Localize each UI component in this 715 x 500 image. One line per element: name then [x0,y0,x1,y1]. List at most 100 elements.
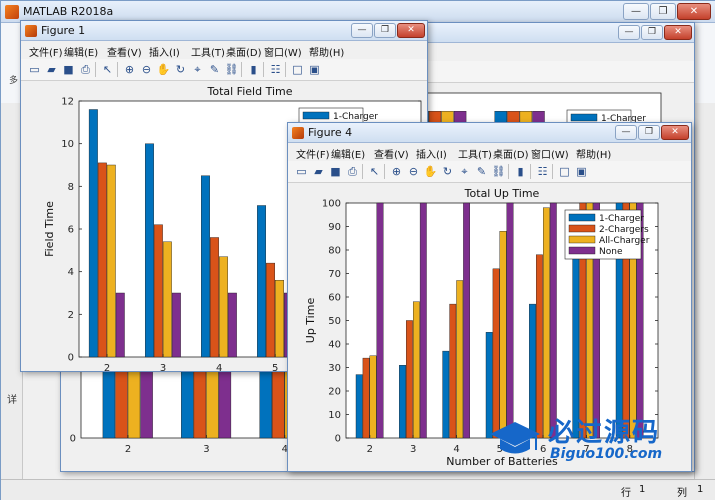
legend-label: None [599,247,623,257]
menu-item[interactable]: 工具(T) [458,146,492,161]
new-icon[interactable]: ▭ [294,164,309,179]
left-partial-text: 详 [7,395,17,406]
insert-legend-icon[interactable]: ☷ [268,62,283,77]
link-icon[interactable]: ⛓ [491,164,506,179]
chart-title: Total Up Time [464,187,540,200]
bar-1-charger-2 [355,374,363,439]
menu-item[interactable]: 文件(F) [29,44,63,59]
zoom-out-icon[interactable]: ⊖ [139,62,154,77]
figure-minimize-button[interactable]: — [618,25,640,40]
y-tick-label: 70 [328,269,341,280]
menu-item[interactable]: 插入(I) [149,44,180,59]
x-tick-label: 5 [272,363,278,371]
row-value: 1 [639,484,646,495]
bar-all-charger-4 [456,280,464,439]
bar-series-4-3 [171,292,181,358]
y-tick-label: 50 [328,316,341,327]
menu-item[interactable]: 编辑(E) [64,44,98,59]
figure-restore-button[interactable]: ❐ [638,125,660,140]
col-label: 列 [677,488,687,499]
figure-title-bar: Figure 1 — ❐ ✕ [21,21,427,41]
menu-item[interactable]: 桌面(D) [493,146,529,161]
menu-item[interactable]: 工具(T) [191,44,225,59]
hide-plot-tools-icon[interactable]: □ [557,164,572,179]
bar-1-charger-3 [144,143,154,358]
save-icon[interactable]: ■ [328,164,343,179]
pointer-icon[interactable]: ↖ [100,62,115,77]
y-tick-label: 90 [328,222,341,233]
menu-item[interactable]: 文件(F) [296,146,330,161]
figure-menu-bar: 文件(F)编辑(E) 查看(V) 插入(I) 工具(T)桌面(D)窗口(W) 帮助(H) [21,41,427,59]
pan-icon[interactable]: ✋ [423,164,438,179]
show-plot-tools-icon[interactable]: ▣ [574,164,589,179]
save-icon[interactable]: ■ [61,62,76,77]
bar-series-3-5 [274,279,284,358]
figure-close-button[interactable]: ✕ [397,23,425,38]
main-restore-button[interactable]: ❐ [650,3,676,20]
rotate-icon[interactable]: ↻ [173,62,188,77]
bar-all-charger-3 [412,301,420,439]
show-plot-tools-icon[interactable]: ▣ [307,62,322,77]
menu-item[interactable]: 查看(V) [107,44,142,59]
bar-1-charger-2 [88,109,98,358]
hide-plot-tools-icon[interactable]: □ [290,62,305,77]
zoom-out-icon[interactable]: ⊖ [406,164,421,179]
main-close-button[interactable]: ✕ [677,3,711,20]
toolbar-separator [95,62,96,77]
row-label: 行 [621,488,631,499]
open-icon[interactable]: ▰ [44,62,59,77]
bar-all-charger-5 [499,231,507,439]
brush-icon[interactable]: ✎ [474,164,489,179]
x-tick-label: 2 [367,444,373,455]
toolbar-separator [285,62,286,77]
brush-icon[interactable]: ✎ [207,62,222,77]
bar-2-chargers-3 [405,320,413,439]
y-tick-label: 8 [68,182,74,193]
figure-close-button[interactable]: ✕ [664,25,692,40]
bar-none-3 [419,202,427,439]
y-tick-label: 4 [68,267,74,278]
link-icon[interactable]: ⛓ [224,62,239,77]
bar-none-4 [463,202,470,439]
figure-restore-button[interactable]: ❐ [641,25,663,40]
new-icon[interactable]: ▭ [27,62,42,77]
x-tick-label: 3 [160,363,166,371]
main-minimize-button[interactable]: — [623,3,649,20]
menu-item[interactable]: 插入(I) [416,146,447,161]
zoom-in-icon[interactable]: ⊕ [122,62,137,77]
right-panel [694,103,715,483]
x-tick-label: 4 [453,444,459,455]
insert-colorbar-icon[interactable]: ▮ [513,164,528,179]
menu-item[interactable]: 窗口(W) [531,146,569,161]
legend-swatch [568,224,596,233]
open-icon[interactable]: ▰ [311,164,326,179]
y-tick-label: 60 [328,293,341,304]
data-cursor-icon[interactable]: ⌖ [457,164,472,179]
menu-item[interactable]: 查看(V) [374,146,409,161]
insert-colorbar-icon[interactable]: ▮ [246,62,261,77]
figure-minimize-button[interactable]: — [351,23,373,38]
y-axis-label: Field Time [43,201,56,257]
insert-legend-icon[interactable]: ☷ [535,164,550,179]
legend-swatch [570,113,598,122]
zoom-in-icon[interactable]: ⊕ [389,164,404,179]
bar-all-charger-6 [542,207,550,439]
figure-minimize-button[interactable]: — [615,125,637,140]
figure-close-button[interactable]: ✕ [661,125,689,140]
menu-item[interactable]: 窗口(W) [264,44,302,59]
menu-item[interactable]: 编辑(E) [331,146,365,161]
rotate-icon[interactable]: ↻ [440,164,455,179]
figure-restore-button[interactable]: ❐ [374,23,396,38]
x-tick-label: 3 [203,444,209,455]
menu-item[interactable]: 桌面(D) [226,44,262,59]
pan-icon[interactable]: ✋ [156,62,171,77]
x-tick-label: 2 [125,444,131,455]
print-icon[interactable]: ⎙ [345,164,360,179]
data-cursor-icon[interactable]: ⌖ [190,62,205,77]
pointer-icon[interactable]: ↖ [367,164,382,179]
print-icon[interactable]: ⎙ [78,62,93,77]
bar-none-5 [506,202,514,439]
legend-swatch [568,246,596,255]
menu-item[interactable]: 帮助(H) [309,44,344,59]
menu-item[interactable]: 帮助(H) [576,146,611,161]
